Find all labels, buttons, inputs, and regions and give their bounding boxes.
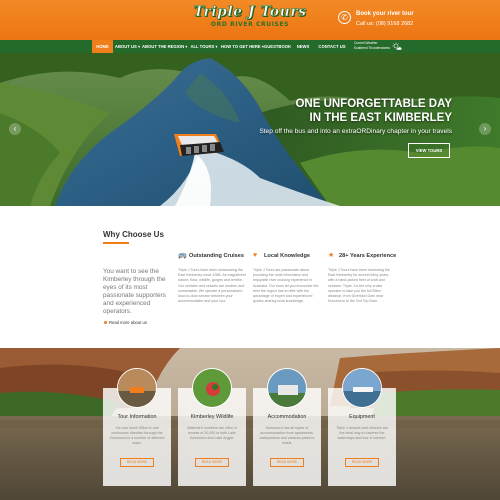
card-text: You can travel 55km in one continuous di… bbox=[109, 426, 165, 445]
bullet-icon bbox=[104, 321, 107, 325]
card-image bbox=[117, 368, 157, 408]
hero-title-line-2: IN THE EAST KIMBERLEY bbox=[309, 112, 452, 124]
nav-all-tours[interactable]: ALL TOURS ▾ bbox=[188, 40, 220, 53]
phone-number[interactable]: Call us: (08) 9168 2682 bbox=[356, 21, 413, 27]
feature-header: ♥ Local Knowledge bbox=[253, 252, 323, 260]
read-more-about-link[interactable]: Read more about us bbox=[104, 320, 147, 325]
nav-guestbook[interactable]: GUESTBOOK bbox=[264, 40, 291, 53]
card-text: Triple J vessels and vehicles are the id… bbox=[336, 426, 388, 440]
gorge-background-image bbox=[0, 348, 500, 500]
nav-home[interactable]: HOME bbox=[92, 40, 113, 53]
nav-about-us[interactable]: ABOUT US ▾ bbox=[114, 40, 141, 53]
title-underline bbox=[103, 242, 129, 244]
weather-condition: Scattered Thunderstorms bbox=[354, 46, 390, 50]
nav-how-to-get-here[interactable]: HOW TO GET HERE ▾ bbox=[221, 40, 264, 53]
card-title: Accommodation bbox=[267, 414, 307, 420]
heart-icon: ♥ bbox=[253, 252, 258, 259]
card-title: Kimberley Wildlife bbox=[190, 414, 234, 420]
hero-title: ONE UNFORGETTABLE DAY IN THE EAST KIMBER… bbox=[232, 97, 452, 125]
star-icon: ★ bbox=[328, 252, 335, 259]
feature-title: Outstanding Cruises bbox=[189, 253, 245, 259]
section-title: Why Choose Us bbox=[103, 230, 164, 239]
card-tour-information: Tour Information You can travel 55km in … bbox=[103, 368, 171, 486]
feature-text: Triple J Tours have been showcasing the … bbox=[178, 268, 246, 304]
feature-title: Local Knowledge bbox=[264, 253, 310, 259]
card-equipment: Equipment Triple J vessels and vehicles … bbox=[328, 368, 396, 486]
read-more-button[interactable]: READ MORE bbox=[195, 458, 229, 467]
why-choose-us-section: Why Choose Us You want to see the Kimber… bbox=[0, 206, 500, 348]
read-more-button[interactable]: READ MORE bbox=[345, 458, 379, 467]
feature-text: Triple J Tours have been traversing the … bbox=[328, 268, 390, 304]
read-more-label: Read more about us bbox=[109, 320, 147, 325]
card-image bbox=[267, 368, 307, 408]
read-more-button[interactable]: READ MORE bbox=[270, 458, 304, 467]
nav-news[interactable]: NEWS bbox=[292, 40, 314, 53]
site-header: Triple J Tours ORD RIVER CRUISES ✆ Book … bbox=[0, 0, 500, 40]
feature-header: 🚌 Outstanding Cruises bbox=[178, 252, 248, 260]
card-title: Tour Information bbox=[117, 414, 157, 420]
card-kimberley-wildlife: Kimberley Wildlife Waterbird numbers are… bbox=[178, 368, 246, 486]
logo-subtitle: ORD RIVER CRUISES bbox=[210, 21, 290, 28]
weather-widget: Current Weather Scattered Thunderstorms bbox=[354, 41, 390, 51]
services-section: Tour Information You can travel 55km in … bbox=[0, 348, 500, 500]
chevron-left-icon[interactable]: ‹ bbox=[9, 123, 21, 135]
phone-icon: ✆ bbox=[338, 11, 351, 24]
card-image bbox=[342, 368, 382, 408]
feature-text: Triple J Tours are passionate about prov… bbox=[253, 268, 319, 304]
view-tours-button[interactable]: VIEW TOURS bbox=[408, 143, 450, 158]
book-tour-label[interactable]: Book your river tour bbox=[356, 11, 414, 17]
chevron-right-icon[interactable]: › bbox=[479, 123, 491, 135]
card-text: Kununurra has all styles of accommodatio… bbox=[259, 426, 315, 445]
card-image bbox=[192, 368, 232, 408]
main-navigation: HOME ABOUT US ▾ ABOUT THE REGION ▾ ALL T… bbox=[0, 40, 500, 53]
hero-title-line-1: ONE UNFORGETTABLE DAY bbox=[295, 98, 452, 110]
card-text: Waterbird numbers are often in excess of… bbox=[187, 426, 237, 440]
logo-title: Triple J Tours bbox=[193, 4, 307, 21]
intro-text: You want to see the Kimberley through th… bbox=[103, 268, 166, 315]
feature-title: 28+ Years Experience bbox=[339, 253, 397, 259]
bus-icon: 🚌 bbox=[178, 252, 187, 259]
site-logo[interactable]: Triple J Tours ORD RIVER CRUISES bbox=[188, 4, 312, 34]
nav-contact-us[interactable]: CONTACT US bbox=[316, 40, 348, 53]
sun-cloud-icon bbox=[392, 42, 402, 50]
hero-subtitle: Step off the bus and into an extraORDina… bbox=[259, 128, 452, 135]
hero-banner: ONE UNFORGETTABLE DAY IN THE EAST KIMBER… bbox=[0, 53, 500, 206]
nav-about-region[interactable]: ABOUT THE REGION ▾ bbox=[142, 40, 187, 53]
card-accommodation: Accommodation Kununurra has all styles o… bbox=[253, 368, 321, 486]
feature-header: ★ 28+ Years Experience bbox=[328, 252, 398, 260]
read-more-button[interactable]: READ MORE bbox=[120, 458, 154, 467]
card-title: Equipment bbox=[349, 414, 375, 420]
